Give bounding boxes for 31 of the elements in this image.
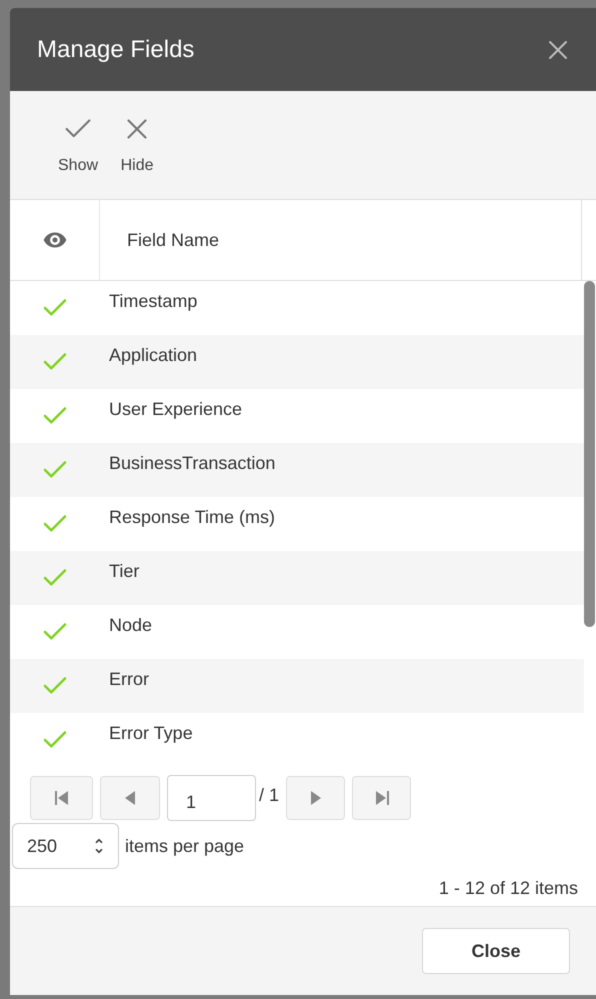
dialog-title: Manage Fields: [37, 34, 194, 64]
table-row[interactable]: Tier: [10, 551, 584, 605]
previous-page-button[interactable]: [100, 776, 160, 820]
first-page-icon: [52, 789, 70, 807]
first-page-button[interactable]: [30, 776, 93, 820]
field-name: Error Type: [108, 722, 193, 745]
field-name: User Experience: [108, 398, 242, 421]
hide-button[interactable]: Hide: [118, 112, 156, 178]
field-name: BusinessTransaction: [108, 452, 276, 474]
spinner-icon: [94, 836, 104, 856]
column-header[interactable]: Field Name: [100, 200, 582, 280]
page-size-label: items per page: [125, 834, 244, 858]
table-row[interactable]: BusinessTransaction: [10, 443, 584, 497]
page-size-select[interactable]: 250: [12, 823, 119, 869]
field-name: Timestamp: [108, 290, 198, 313]
field-name: Error: [108, 668, 149, 690]
left-triangle-icon: [123, 790, 137, 806]
page-count: / 1: [259, 784, 280, 806]
field-name: Node: [108, 614, 152, 636]
right-triangle-icon: [308, 790, 323, 806]
field-name: Application: [108, 344, 198, 367]
items-summary: 1 - 12 of 12 items: [438, 877, 578, 900]
field-name: Response Time (ms): [108, 506, 276, 529]
field-name: Tier: [108, 560, 140, 582]
next-page-button[interactable]: [286, 776, 346, 820]
table-row[interactable]: Error: [10, 659, 584, 713]
last-page-button[interactable]: [352, 776, 412, 820]
page-input[interactable]: 1: [167, 775, 256, 821]
close-button[interactable]: Close: [422, 928, 570, 974]
show-button[interactable]: Show: [56, 112, 100, 178]
table-row[interactable]: Application: [10, 335, 584, 389]
